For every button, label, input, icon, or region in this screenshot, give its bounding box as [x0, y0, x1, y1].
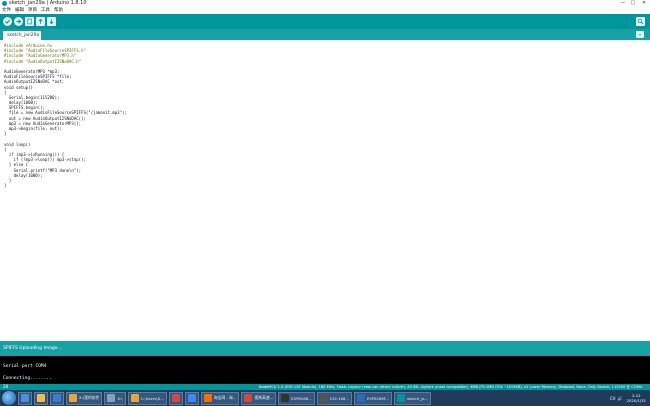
- maximize-button[interactable]: □: [628, 0, 638, 7]
- taskbar-items: X:\我的软件 X:\ C:\Users\X... 淘宝网 - 淘... 搜狗高速...…: [16, 390, 432, 406]
- taskbar-app-button[interactable]: 搜狗高速...: [241, 391, 277, 405]
- window-title: sketch_jan29a | Arduino 1.8.10: [9, 0, 87, 6]
- clock-date: 2020/1/31: [626, 398, 646, 403]
- code-area[interactable]: #include <Arduino.h> #include "AudioFileS…: [4, 43, 127, 188]
- serial-monitor-button[interactable]: [636, 17, 645, 26]
- console-output[interactable]: Serial port COM4 Connecting........: [0, 356, 650, 384]
- taskbar-app-label: X:\: [117, 395, 123, 401]
- app-icon: [69, 394, 77, 402]
- taskbar-app-button[interactable]: 192.168...: [316, 391, 352, 405]
- chevron-down-icon: ▾: [638, 32, 641, 37]
- minimize-button[interactable]: —: [618, 0, 628, 7]
- app-icon: [203, 394, 212, 402]
- arduino-logo-icon: [2, 1, 7, 6]
- app-icon: [53, 394, 61, 402]
- status-message: SPIFFS Uploading Image...: [3, 346, 62, 351]
- taskbar-app-label: X:\我的软件: [79, 395, 100, 400]
- code-line: }: [4, 183, 7, 189]
- save-button[interactable]: [47, 17, 56, 26]
- taskbar-app-button[interactable]: ESP8266F...: [354, 391, 392, 405]
- toolbar: [0, 14, 650, 29]
- language-indicator[interactable]: CH: [610, 396, 616, 401]
- app-icon: [21, 394, 29, 402]
- taskbar-app-button[interactable]: 淘宝网 - 淘...: [200, 391, 240, 405]
- taskbar-app-label: 搜狗高速...: [254, 395, 274, 400]
- taskbar-app-button[interactable]: [184, 391, 199, 405]
- verify-button[interactable]: [3, 17, 12, 26]
- volume-icon[interactable]: 🔊: [618, 396, 623, 401]
- taskbar-app-label: C:\Users\X...: [140, 395, 164, 401]
- app-icon: [396, 394, 405, 402]
- code-editor[interactable]: #include <Arduino.h> #include "AudioFileS…: [0, 40, 650, 341]
- taskbar-app-label: sketch_ja...: [406, 395, 429, 401]
- save-icon: [49, 19, 54, 25]
- tab-strip: sketch_jan29a ▾: [0, 29, 650, 40]
- new-button[interactable]: [25, 17, 34, 26]
- app-icon: [187, 394, 196, 402]
- app-icon: [244, 394, 253, 402]
- taskbar-app-button[interactable]: [18, 391, 32, 405]
- taskbar-app-button[interactable]: ESP8266...: [278, 391, 315, 405]
- taskbar-app-button[interactable]: [50, 391, 64, 405]
- app-icon: [281, 394, 290, 402]
- menu-file[interactable]: 文件: [2, 7, 11, 14]
- app-icon: [130, 394, 139, 402]
- taskbar-app-button[interactable]: [168, 391, 183, 405]
- menu-help[interactable]: 帮助: [54, 7, 63, 14]
- tab-sketch[interactable]: sketch_jan29a: [3, 31, 41, 40]
- console-line: Connecting........: [3, 376, 52, 381]
- taskbar-app-button[interactable]: X:\我的软件: [66, 391, 103, 405]
- app-icon: [357, 394, 365, 402]
- app-icon: [37, 394, 45, 402]
- console-line: Serial port COM4: [3, 364, 47, 369]
- close-button[interactable]: ✕: [638, 0, 650, 7]
- windows-taskbar: X:\我的软件 X:\ C:\Users\X... 淘宝网 - 淘... 搜狗高速...…: [0, 390, 650, 406]
- tab-menu-button[interactable]: ▾: [636, 31, 644, 38]
- app-icon: [171, 394, 180, 402]
- menu-bar: 文件 编辑 项目 工具 帮助: [0, 7, 650, 14]
- start-button[interactable]: [2, 391, 16, 405]
- upload-button[interactable]: [14, 17, 23, 26]
- taskbar-app-button[interactable]: C:\Users\X...: [127, 391, 167, 405]
- verify-icon: [5, 19, 11, 24]
- open-button[interactable]: [36, 17, 45, 26]
- open-icon: [38, 18, 43, 24]
- window-controls: — □ ✕: [618, 0, 650, 7]
- code-line: file = new AudioFileSourceSPIFFS("/jamon…: [4, 110, 127, 116]
- taskbar-app-label: ESP8266...: [291, 395, 312, 401]
- app-icon: [107, 394, 116, 402]
- menu-edit[interactable]: 编辑: [15, 7, 24, 14]
- taskbar-app-button[interactable]: X:\: [104, 391, 126, 405]
- title-bar: sketch_jan29a | Arduino 1.8.10 — □ ✕: [0, 0, 650, 7]
- menu-sketch[interactable]: 项目: [28, 7, 37, 14]
- upload-icon: [16, 19, 22, 24]
- taskbar-app-label: ESP8266F...: [367, 395, 389, 401]
- taskbar-app-button[interactable]: [34, 391, 48, 405]
- status-bar: SPIFFS Uploading Image...: [0, 341, 650, 356]
- new-icon: [27, 18, 32, 25]
- taskbar-app-label: 192.168...: [329, 395, 349, 401]
- taskbar-app-label: 淘宝网 - 淘...: [213, 395, 237, 400]
- serial-monitor-icon: [637, 18, 644, 25]
- app-icon: [319, 394, 328, 402]
- taskbar-app-button[interactable]: sketch_ja...: [393, 391, 432, 405]
- system-tray: CH 🔊 2:12 2020/1/31: [608, 390, 650, 406]
- clock[interactable]: 2:12 2020/1/31: [627, 393, 646, 403]
- menu-tools[interactable]: 工具: [41, 7, 50, 14]
